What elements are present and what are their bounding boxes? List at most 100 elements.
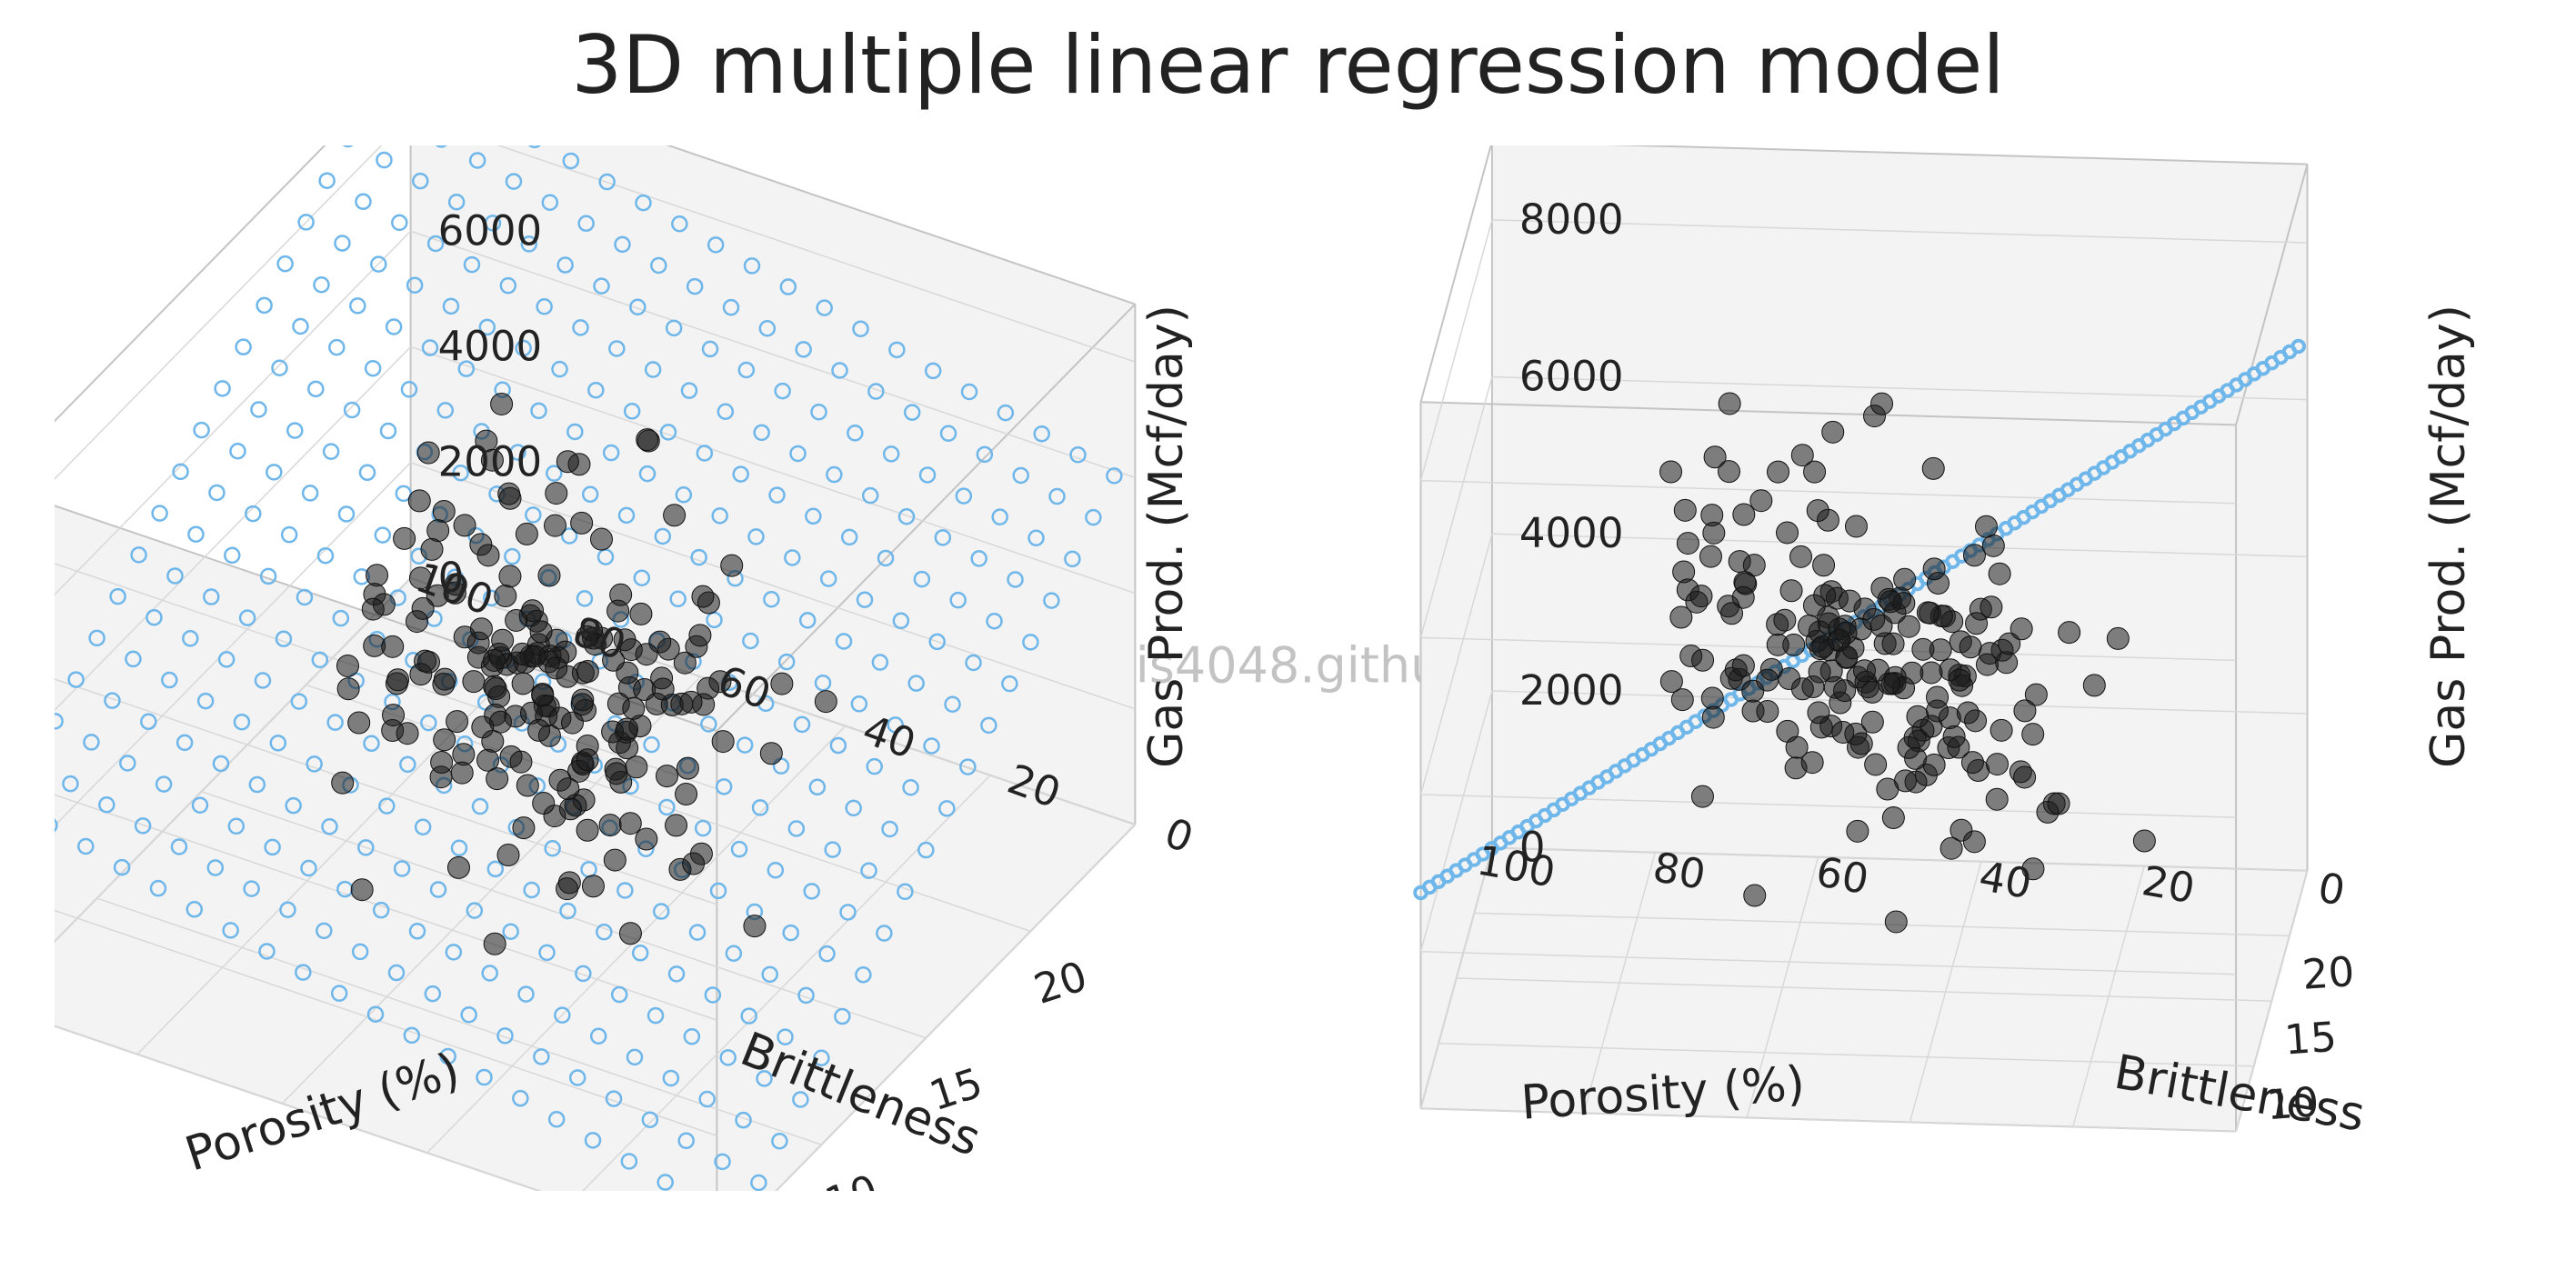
observation-point (362, 598, 384, 620)
observation-point (528, 719, 550, 741)
regression-plane-point (366, 361, 380, 375)
observation-point (1703, 522, 1725, 544)
observation-point (545, 515, 566, 536)
observation-point (1719, 393, 1740, 415)
observation-point (1834, 680, 1856, 702)
observation-point (1879, 591, 1901, 613)
tick-label: 15 (2283, 1013, 2339, 1065)
regression-plane-point (266, 465, 281, 479)
regression-plane-point (318, 548, 333, 563)
observation-point (383, 705, 405, 726)
observation-point (1963, 831, 1985, 853)
observation-point (1879, 673, 1900, 695)
observation-point (1742, 680, 1764, 702)
observation-point (1767, 461, 1789, 483)
observation-point (1982, 535, 2004, 556)
observation-point (512, 673, 534, 695)
observation-point (1692, 649, 1714, 671)
observation-point (664, 505, 686, 526)
observation-point (1963, 545, 1985, 566)
observation-point (533, 793, 555, 815)
observation-point (1898, 615, 1919, 637)
observation-point (396, 723, 418, 745)
tick-label: 8000 (1519, 195, 1624, 244)
observation-point (516, 775, 538, 796)
observation-point (1777, 522, 1799, 544)
observation-point (1870, 615, 1892, 636)
observation-point (1750, 490, 1772, 512)
regression-plane-point (278, 256, 293, 271)
observation-point (1702, 706, 1724, 728)
observation-point (1957, 702, 1979, 724)
observation-point (1845, 515, 1867, 537)
observation-point (582, 875, 604, 897)
tick-label: 6000 (438, 206, 543, 255)
observation-point (497, 845, 519, 866)
tick-label: 0 (1158, 808, 1199, 863)
tick-label: 0 (2314, 864, 2348, 915)
observation-point (1812, 635, 1834, 657)
observation-point (513, 817, 535, 839)
observation-point (576, 661, 598, 683)
tick-label: 2000 (1519, 666, 1624, 715)
observation-point (680, 691, 702, 713)
observation-point (1871, 393, 1893, 415)
observation-point (1774, 609, 1796, 631)
z-axis-label: Gas Prod. (Mcf/day) (1139, 305, 1194, 768)
observation-point (366, 565, 388, 586)
tick-label: 2000 (438, 438, 543, 486)
observation-point (692, 585, 714, 607)
regression-plane-point (209, 485, 224, 500)
observation-point (499, 565, 521, 587)
observation-point (454, 515, 476, 536)
regression-plane-point (153, 506, 167, 521)
observation-point (677, 757, 698, 779)
regression-plane-point (314, 277, 328, 292)
observation-point (630, 603, 652, 625)
observation-point (576, 819, 598, 841)
observation-point (524, 645, 546, 667)
observation-point (1898, 736, 1919, 758)
regression-plane-point (257, 298, 272, 313)
observation-point (463, 671, 485, 693)
observation-point (1801, 752, 1823, 774)
regression-plane-point (376, 153, 391, 167)
observation-point (1986, 788, 2008, 810)
observation-point (1809, 661, 1830, 683)
regression-plane-point (329, 340, 344, 355)
observation-point (447, 856, 469, 878)
observation-point (486, 768, 508, 790)
observation-point (433, 673, 455, 695)
tick-label: 0 (1519, 824, 1546, 872)
observation-point (2014, 766, 2036, 788)
observation-point (1917, 602, 1939, 624)
observation-point (417, 651, 439, 673)
regression-plane-point (308, 382, 323, 396)
regression-plane-point (195, 423, 209, 437)
tick-label: 60 (1812, 847, 1872, 904)
observation-point (1701, 687, 1723, 709)
observation-point (2059, 622, 2080, 644)
observation-point (522, 600, 544, 622)
observation-point (1767, 634, 1789, 655)
observation-point (1861, 711, 1883, 733)
observation-point (1847, 820, 1869, 842)
observation-point (1732, 655, 1754, 676)
observation-point (498, 483, 520, 505)
observation-point (652, 678, 674, 700)
chart-svg-left: 10152002040608010002000400060008000Poros… (55, 145, 1255, 1191)
observation-point (1882, 806, 1904, 828)
regression-plane-point (360, 465, 375, 480)
observation-point (2014, 700, 2036, 722)
regression-plane-point (376, 528, 390, 543)
observation-point (1743, 555, 1765, 576)
observation-point (815, 691, 837, 713)
observation-point (1677, 533, 1699, 555)
observation-point (451, 762, 473, 784)
observation-point (556, 878, 578, 900)
observation-point (351, 879, 373, 901)
observation-point (571, 512, 593, 534)
observation-point (1975, 515, 1997, 537)
observation-point (431, 752, 453, 774)
observation-point (1798, 615, 1819, 636)
